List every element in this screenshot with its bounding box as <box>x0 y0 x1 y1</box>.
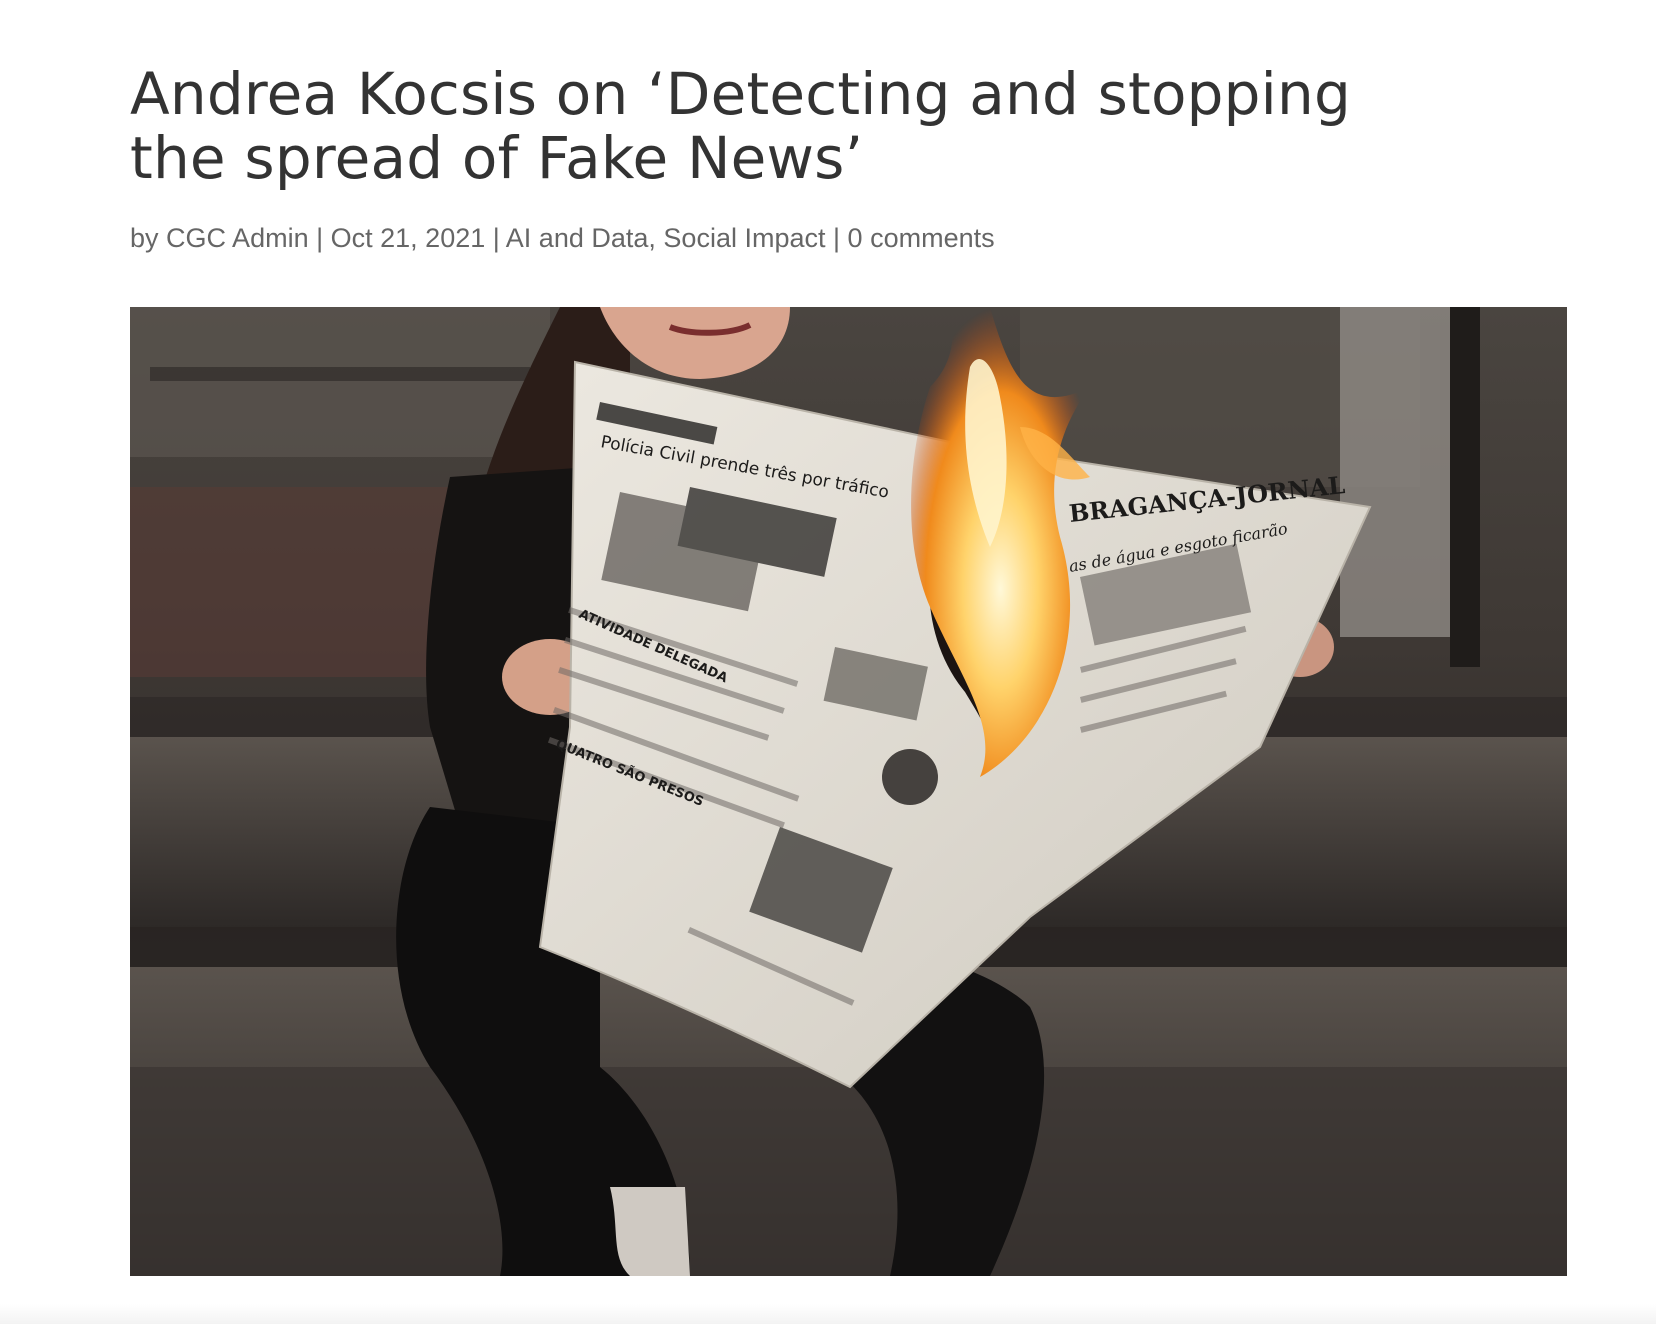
category-comma: , <box>648 223 656 253</box>
meta-separator: | <box>833 223 841 253</box>
post-meta: by CGC Admin | Oct 21, 2021 | AI and Dat… <box>130 218 995 258</box>
category-link-social-impact[interactable]: Social Impact <box>663 223 825 253</box>
post-title: Andrea Kocsis on ‘Detecting and stopping… <box>130 62 1570 190</box>
author-link[interactable]: CGC Admin <box>166 223 309 253</box>
post-date: Oct 21, 2021 <box>330 223 486 253</box>
featured-image: Polícia Civil prende três por tráfico BR… <box>130 307 1567 1276</box>
post-title-line-1: Andrea Kocsis on ‘Detecting and stopping <box>130 60 1351 128</box>
post-title-line-2: the spread of Fake News’ <box>130 124 864 192</box>
post-header: Andrea Kocsis on ‘Detecting and stopping… <box>130 62 1570 190</box>
meta-by-prefix: by <box>130 223 159 253</box>
comments-link[interactable]: 0 comments <box>848 223 995 253</box>
category-link-ai-and-data[interactable]: AI and Data <box>506 223 649 253</box>
meta-separator: | <box>492 223 500 253</box>
meta-separator: | <box>316 223 324 253</box>
featured-image-illustration: Polícia Civil prende três por tráfico BR… <box>130 307 1567 1276</box>
page-bottom-edge <box>0 1304 1656 1324</box>
